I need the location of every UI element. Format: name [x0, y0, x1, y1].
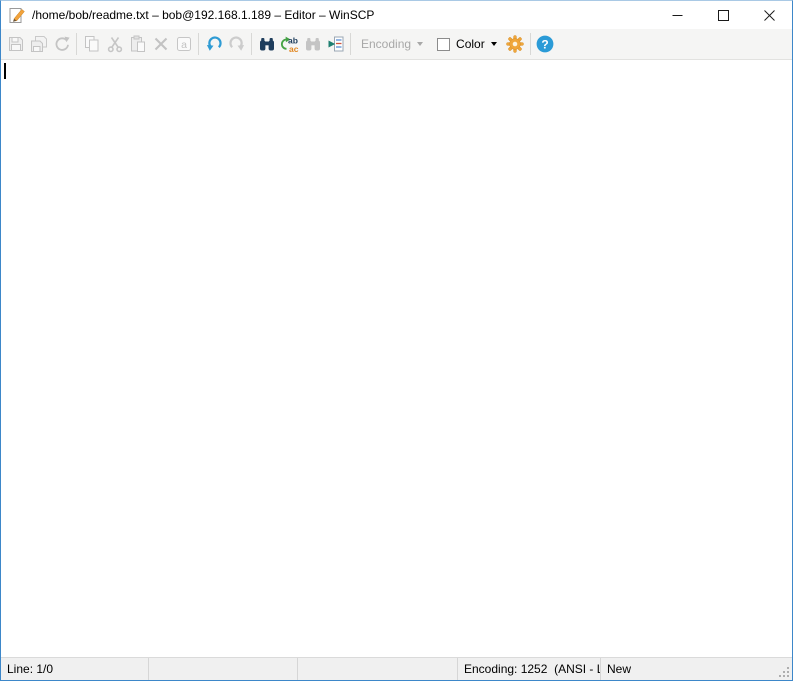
go-to-line-icon	[326, 34, 346, 54]
replace-icon: ab ac	[280, 34, 300, 54]
reload-button[interactable]	[50, 32, 73, 56]
redo-button[interactable]	[225, 32, 248, 56]
delete-x-icon	[151, 34, 171, 54]
svg-text:?: ?	[542, 37, 549, 51]
winscp-editor-window: /home/bob/readme.txt – bob@192.168.1.189…	[0, 0, 793, 681]
toolbar: a	[1, 29, 792, 60]
toolbar-separator	[251, 33, 252, 55]
close-icon	[764, 10, 775, 21]
undo-icon	[204, 34, 224, 54]
text-caret	[4, 63, 6, 79]
minimize-button[interactable]	[654, 1, 700, 29]
go-to-line-button[interactable]	[324, 32, 347, 56]
paste-button[interactable]	[126, 32, 149, 56]
redo-icon	[227, 34, 247, 54]
select-all-icon: a	[174, 34, 194, 54]
close-button[interactable]	[746, 1, 792, 29]
statusbar-encoding-panel: Encoding: 1252 (ANSI - Lat	[458, 658, 601, 680]
toolbar-separator	[350, 33, 351, 55]
save-button[interactable]	[4, 32, 27, 56]
statusbar-line-text: Line: 1/0	[7, 662, 53, 676]
help-button[interactable]: ?	[534, 32, 557, 56]
statusbar-empty-panel	[298, 658, 458, 680]
titlebar[interactable]: /home/bob/readme.txt – bob@192.168.1.189…	[1, 1, 792, 29]
help-icon: ?	[535, 34, 555, 54]
editor-pencil-icon	[9, 7, 26, 24]
toolbar-separator	[530, 33, 531, 55]
delete-button[interactable]	[149, 32, 172, 56]
statusbar-state-text: New	[607, 662, 631, 676]
select-all-button[interactable]: a	[172, 32, 195, 56]
toolbar-separator	[76, 33, 77, 55]
copy-icon	[82, 34, 102, 54]
color-dropdown[interactable]: Color	[455, 37, 504, 51]
statusbar: Line: 1/0 Encoding: 1252 (ANSI - Lat New	[1, 657, 792, 680]
find-binoculars-icon	[257, 34, 277, 54]
find-next-binoculars-icon	[303, 34, 323, 54]
maximize-icon	[718, 10, 729, 21]
save-as-icon	[29, 34, 49, 54]
encoding-dropdown-label: Encoding	[361, 37, 411, 51]
find-next-button[interactable]	[301, 32, 324, 56]
copy-button[interactable]	[80, 32, 103, 56]
preferences-button[interactable]	[504, 32, 527, 56]
statusbar-line-panel: Line: 1/0	[1, 658, 149, 680]
statusbar-state-panel: New	[601, 658, 792, 680]
chevron-down-icon	[417, 42, 423, 46]
cut-icon	[105, 34, 125, 54]
find-button[interactable]	[255, 32, 278, 56]
resize-grip[interactable]	[779, 667, 790, 678]
color-checkbox[interactable]	[437, 38, 450, 51]
encoding-dropdown[interactable]: Encoding	[354, 37, 430, 51]
gear-icon	[505, 34, 525, 54]
color-dropdown-label: Color	[456, 37, 485, 51]
save-icon	[6, 34, 26, 54]
svg-text:ac: ac	[289, 44, 299, 54]
statusbar-empty-panel	[149, 658, 298, 680]
toolbar-separator	[198, 33, 199, 55]
chevron-down-icon	[491, 42, 497, 46]
editor-area[interactable]	[1, 60, 792, 657]
replace-button[interactable]: ab ac	[278, 32, 301, 56]
cut-button[interactable]	[103, 32, 126, 56]
minimize-icon	[672, 10, 683, 21]
save-as-button[interactable]	[27, 32, 50, 56]
reload-icon	[52, 34, 72, 54]
window-title: /home/bob/readme.txt – bob@192.168.1.189…	[32, 8, 654, 22]
statusbar-encoding-text: Encoding: 1252 (ANSI - Lat	[464, 662, 601, 676]
undo-button[interactable]	[202, 32, 225, 56]
paste-icon	[128, 34, 148, 54]
svg-text:a: a	[181, 39, 187, 51]
maximize-button[interactable]	[700, 1, 746, 29]
